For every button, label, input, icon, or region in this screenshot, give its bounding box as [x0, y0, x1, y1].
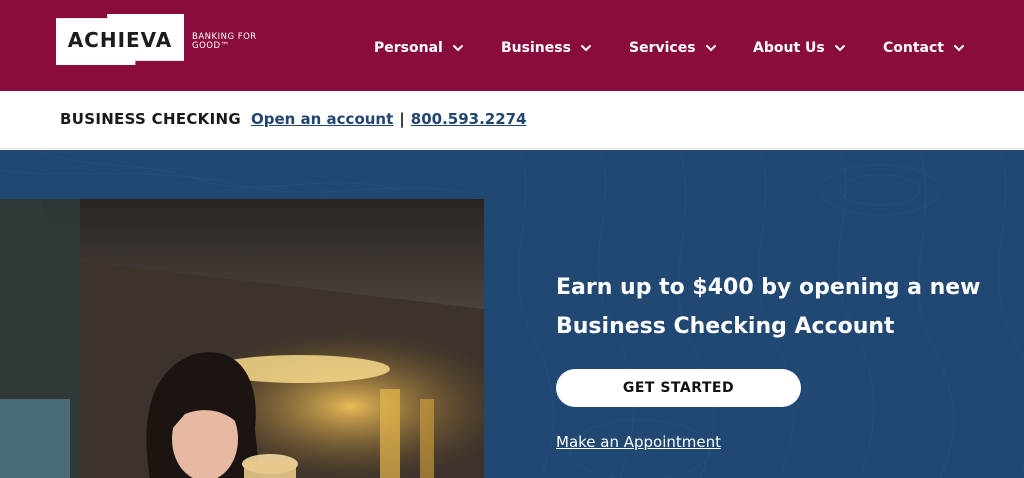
hero-headline-line-1: Earn up to $400 by opening a new: [556, 275, 981, 300]
logo-wordmark: ACHIEVA: [67, 27, 173, 52]
nav-label: Services: [629, 40, 696, 56]
photo-illustration: [0, 199, 484, 478]
nav-item-services[interactable]: Services: [629, 40, 717, 56]
subbar-content: BUSINESS CHECKING Open an account | 800.…: [60, 110, 527, 128]
chevron-down-icon: [705, 42, 717, 54]
site-header: ACHIEVA BANKING FOR GOOD™ Personal Busin…: [0, 0, 1024, 91]
nav-label: Business: [501, 40, 571, 56]
nav-item-contact[interactable]: Contact: [883, 40, 965, 56]
open-account-link[interactable]: Open an account: [251, 110, 393, 128]
nav-item-about-us[interactable]: About Us: [753, 40, 846, 56]
separator: |: [399, 110, 405, 128]
chevron-down-icon: [834, 42, 846, 54]
nav-item-business[interactable]: Business: [501, 40, 592, 56]
page-title: BUSINESS CHECKING: [60, 110, 241, 128]
nav-label: Personal: [374, 40, 443, 56]
tagline-line-2: GOOD™: [192, 40, 230, 51]
phone-link[interactable]: 800.593.2274: [411, 110, 527, 128]
hero-headline-line-2: Business Checking Account: [556, 314, 895, 339]
chevron-down-icon: [953, 42, 965, 54]
nav-label: About Us: [753, 40, 825, 56]
hero-copy: Earn up to $400 by opening a new Busines…: [556, 268, 1006, 346]
logo-tagline: BANKING FOR GOOD™: [192, 32, 257, 51]
logo-mark: ACHIEVA: [56, 14, 184, 65]
hero-photo-woman-with-drink: [0, 199, 484, 478]
achieva-logo[interactable]: ACHIEVA BANKING FOR GOOD™: [56, 14, 257, 65]
chevron-down-icon: [580, 42, 592, 54]
page-subbar: BUSINESS CHECKING Open an account | 800.…: [0, 91, 1024, 149]
nav-label: Contact: [883, 40, 944, 56]
get-started-button[interactable]: GET STARTED: [556, 369, 801, 407]
make-appointment-link[interactable]: Make an Appointment: [556, 433, 721, 451]
nav-item-personal[interactable]: Personal: [374, 40, 464, 56]
hero-banner: Earn up to $400 by opening a new Busines…: [0, 150, 1024, 478]
chevron-down-icon: [452, 42, 464, 54]
